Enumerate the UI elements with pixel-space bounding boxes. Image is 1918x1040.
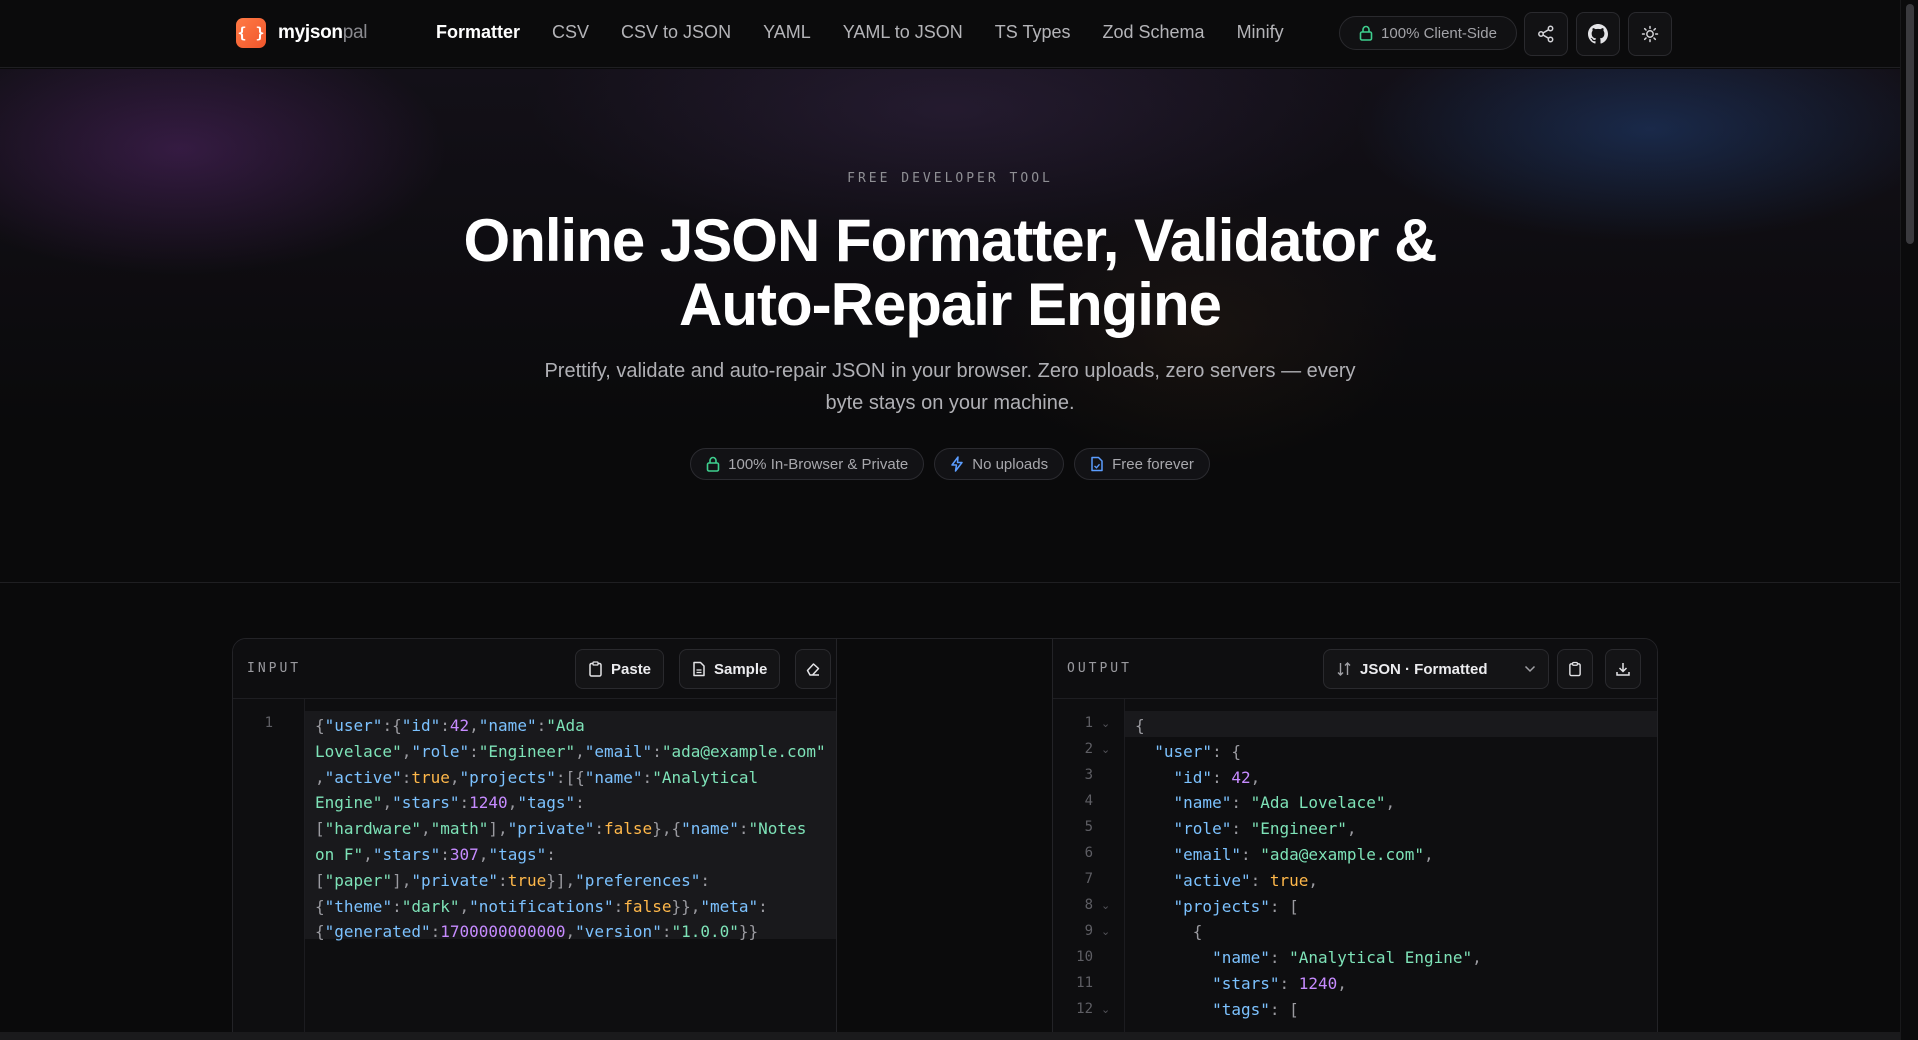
client-side-badge: 100% Client-Side <box>1339 16 1517 50</box>
sample-button-label: Sample <box>714 660 768 678</box>
nav-link-yaml[interactable]: YAML <box>763 22 811 43</box>
eraser-icon <box>806 663 820 676</box>
editor-container: INPUT Paste Sample 1 {"user":{"id":42,"n… <box>232 638 1658 1040</box>
clear-button[interactable] <box>795 649 831 689</box>
github-button[interactable] <box>1576 12 1620 56</box>
document-icon <box>693 661 705 677</box>
logo-mark-icon: { } <box>236 18 266 48</box>
hero-subtitle-line-1: Prettify, validate and auto-repair JSON … <box>544 360 1356 382</box>
panel-divider <box>837 639 1053 1040</box>
output-line-number: 5 <box>1084 819 1093 835</box>
output-line-number: 3 <box>1084 767 1093 783</box>
output-line-number: 9 <box>1084 923 1093 939</box>
feature-pill-no-uploads: No uploads <box>934 448 1065 480</box>
feature-pills: 100% In-Browser & Private No uploads Fre… <box>0 448 1900 480</box>
sort-icon <box>1337 662 1351 676</box>
page-scrollbar[interactable] <box>1900 0 1918 1040</box>
hero-section: FREE DEVELOPER TOOL Online JSON Formatte… <box>0 69 1900 583</box>
fold-chevron-icon[interactable]: ⌄ <box>1101 925 1110 938</box>
nav-link-formatter[interactable]: Formatter <box>436 22 520 43</box>
output-line-number: 11 <box>1076 975 1093 991</box>
nav-link-zod-schema[interactable]: Zod Schema <box>1103 22 1205 43</box>
output-line-number: 7 <box>1084 871 1093 887</box>
nav-link-csv[interactable]: CSV <box>552 22 589 43</box>
fold-chevron-icon[interactable]: ⌄ <box>1101 899 1110 912</box>
output-line-number: 2 <box>1084 741 1093 757</box>
output-mode-label: JSON · Formatted <box>1360 660 1488 678</box>
fold-chevron-icon[interactable]: ⌄ <box>1101 1003 1110 1016</box>
lock-icon <box>706 456 720 472</box>
feature-pill-free-label: Free forever <box>1112 455 1194 473</box>
output-panel: OUTPUT JSON · Formatted 1 2 3 4 5 6 7 8 … <box>1053 639 1657 1040</box>
output-panel-header: OUTPUT JSON · Formatted <box>1053 639 1657 699</box>
paste-button[interactable]: Paste <box>575 649 665 689</box>
output-gutter: 1 2 3 4 5 6 7 8 9 10 11 12 ⌄ ⌄ ⌄ ⌄ ⌄ <box>1053 699 1125 1040</box>
logo-text: myjsonpal <box>278 22 367 44</box>
feature-pill-private: 100% In-Browser & Private <box>690 448 925 480</box>
input-editor[interactable]: {"user":{"id":42,"name":"Ada Lovelace","… <box>315 713 826 945</box>
page-title-line-1: Online JSON Formatter, Validator & <box>463 207 1438 274</box>
page: { } myjsonpal Formatter CSV CSV to JSON … <box>0 0 1918 1040</box>
nav-link-yaml-to-json[interactable]: YAML to JSON <box>843 22 963 43</box>
sun-icon <box>1641 25 1659 43</box>
logo-brand: myjson <box>278 22 343 43</box>
output-editor[interactable]: { "user": { "id": 42, "name": "Ada Lovel… <box>1135 713 1482 1023</box>
paste-button-label: Paste <box>611 660 652 678</box>
fold-chevron-icon[interactable]: ⌄ <box>1101 717 1110 730</box>
output-line-number: 8 <box>1084 897 1093 913</box>
output-line-number: 12 <box>1076 1001 1093 1017</box>
input-line-number: 1 <box>264 715 273 731</box>
feature-pill-no-uploads-label: No uploads <box>972 455 1049 473</box>
output-line-number: 1 <box>1084 715 1093 731</box>
nav-link-ts-types[interactable]: TS Types <box>995 22 1071 43</box>
feature-pill-free: Free forever <box>1074 448 1210 480</box>
logo-brand-suffix: pal <box>342 22 368 43</box>
output-line-number: 4 <box>1084 793 1093 809</box>
sample-button[interactable]: Sample <box>679 649 781 689</box>
chevron-down-icon <box>1524 665 1536 673</box>
bottom-bar <box>0 1032 1900 1040</box>
page-title-line-2: Auto-Repair Engine <box>678 271 1222 338</box>
client-side-badge-label: 100% Client-Side <box>1381 24 1497 42</box>
input-panel-header: INPUT Paste Sample <box>233 639 836 699</box>
download-output-button[interactable] <box>1605 649 1641 689</box>
theme-toggle-button[interactable] <box>1628 12 1672 56</box>
output-mode-select[interactable]: JSON · Formatted <box>1323 649 1549 689</box>
download-icon <box>1616 663 1630 676</box>
output-line-number: 6 <box>1084 845 1093 861</box>
page-scrollbar-thumb[interactable] <box>1906 4 1914 244</box>
bolt-icon <box>951 456 963 472</box>
input-panel-label: INPUT <box>247 661 302 676</box>
share-icon <box>1538 25 1554 43</box>
top-nav: { } myjsonpal Formatter CSV CSV to JSON … <box>0 0 1900 68</box>
clipboard-icon <box>1569 661 1581 677</box>
nav-links: Formatter CSV CSV to JSON YAML YAML to J… <box>436 22 1284 43</box>
hero-subtitle: Prettify, validate and auto-repair JSON … <box>530 355 1370 419</box>
output-line-number: 10 <box>1076 949 1093 965</box>
nav-link-csv-to-json[interactable]: CSV to JSON <box>621 22 731 43</box>
nav-link-minify[interactable]: Minify <box>1237 22 1284 43</box>
output-panel-label: OUTPUT <box>1067 661 1132 676</box>
share-button[interactable] <box>1524 12 1568 56</box>
page-title: Online JSON Formatter, Validator & Auto-… <box>400 209 1500 337</box>
hero-subtitle-line-2: byte stays on your machine. <box>825 392 1075 414</box>
copy-output-button[interactable] <box>1557 649 1593 689</box>
hero-eyebrow: FREE DEVELOPER TOOL <box>847 171 1053 186</box>
feature-pill-private-label: 100% In-Browser & Private <box>728 455 909 473</box>
input-panel: INPUT Paste Sample 1 {"user":{"id":42,"n… <box>233 639 837 1040</box>
lock-icon <box>1359 25 1373 41</box>
logo[interactable]: { } myjsonpal <box>236 18 367 48</box>
fold-chevron-icon[interactable]: ⌄ <box>1101 743 1110 756</box>
clipboard-icon <box>589 661 602 677</box>
file-icon <box>1091 456 1103 472</box>
input-gutter: 1 <box>233 699 305 1040</box>
github-icon <box>1588 24 1608 44</box>
